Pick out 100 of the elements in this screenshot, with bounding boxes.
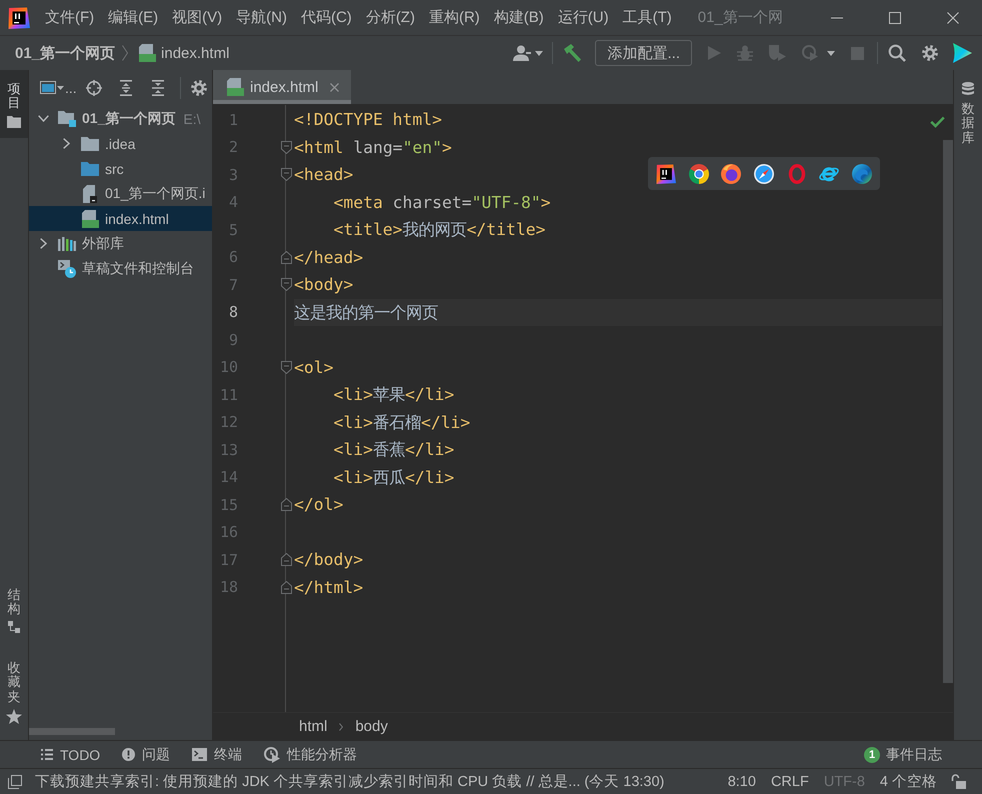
line-number: 11 [218, 386, 239, 404]
breadcrumb-item[interactable]: body [355, 718, 388, 735]
fold-marker-icon[interactable] [281, 250, 292, 264]
tool-window-button[interactable]: 问题 [122, 746, 170, 764]
library-icon [58, 236, 76, 250]
fold-marker-icon[interactable] [281, 278, 292, 292]
code-line: 这是我的第一个网页 [294, 302, 438, 324]
line-number: 5 [228, 220, 239, 239]
collapse-all-icon[interactable] [150, 80, 165, 96]
menu-item[interactable]: 工具(T) [616, 0, 679, 35]
lock-icon[interactable] [951, 774, 966, 789]
user-icon[interactable] [513, 45, 532, 61]
app-logo-icon [8, 6, 30, 28]
panel-icon[interactable] [8, 774, 22, 788]
html-file-icon [81, 210, 99, 228]
settings-icon[interactable] [190, 80, 207, 96]
swirl-circle-icon[interactable] [852, 164, 872, 184]
tree-item[interactable]: 01_第一个网页 E:\ [29, 106, 212, 131]
tree-item[interactable]: 01_第一个网页.i [29, 181, 212, 206]
minimize-icon[interactable] [831, 16, 843, 18]
tree-item[interactable]: src [29, 156, 212, 181]
tool-window-tab[interactable]: 项目 [0, 70, 28, 138]
hammer-icon[interactable] [563, 44, 582, 62]
code-line: <ol> [294, 356, 334, 378]
add-configuration-button[interactable]: 添加配置... [595, 40, 692, 66]
tool-window-tab[interactable]: 数据库 [954, 70, 982, 155]
tree-item[interactable]: 外部库 [29, 231, 212, 256]
folder-icon [81, 162, 99, 176]
menu-item[interactable]: 重构(R) [422, 0, 487, 35]
code-line: </html> [294, 576, 364, 598]
html-file-icon [226, 78, 244, 96]
status-message[interactable]: 下载预建共享索引: 使用预建的 JDK 个共享索引减少索引时间和 CPU 负载 // 总是... (今天 13:30) [35, 772, 664, 791]
triangle-logo-icon[interactable] [952, 43, 972, 63]
menu-item[interactable]: 视图(V) [165, 0, 230, 35]
tree-item[interactable]: 草稿文件和控制台 [29, 256, 212, 281]
chevron-right-icon[interactable] [62, 138, 70, 149]
tool-window-button[interactable]: TODO [41, 746, 100, 762]
fold-marker-icon[interactable] [281, 140, 292, 154]
maximize-icon[interactable] [889, 12, 901, 24]
ide-logo-icon[interactable] [656, 164, 676, 184]
status-item[interactable]: CRLF [770, 774, 809, 790]
code-line: </body> [294, 549, 364, 571]
code-line: <meta charset="UTF-8"> [332, 192, 551, 214]
menu-item[interactable]: 导航(N) [229, 0, 294, 35]
menu-item[interactable]: 运行(U) [550, 0, 616, 35]
line-number: 15 [218, 496, 239, 514]
segmented-circle-icon[interactable] [688, 164, 709, 184]
scrollbar-thumb[interactable] [943, 140, 953, 683]
line-number: 10 [218, 358, 239, 376]
line-number: 13 [218, 440, 239, 459]
line-number: 18 [218, 578, 239, 596]
tree-item[interactable]: index.html [29, 206, 212, 231]
caret-icon[interactable] [535, 50, 544, 56]
tool-window-tab[interactable]: 收藏夹 [0, 649, 28, 734]
compass-icon[interactable] [754, 164, 774, 184]
expand-all-icon[interactable] [118, 80, 133, 96]
code-line: <li>香蕉</li> [332, 439, 454, 461]
settings-icon[interactable] [922, 45, 938, 61]
tree-item[interactable]: .idea [29, 131, 212, 156]
breadcrumb-item[interactable]: html [299, 718, 328, 735]
menu-item[interactable]: 编辑(E) [101, 0, 166, 35]
fox-globe-icon[interactable] [721, 164, 742, 184]
line-number: 1 [228, 110, 239, 129]
tool-window-button[interactable]: 终端 [192, 746, 242, 764]
crosshair-icon[interactable] [86, 80, 102, 96]
breadcrumb-item[interactable]: index.html [161, 44, 230, 62]
fold-marker-icon[interactable] [281, 168, 292, 182]
star-icon [6, 709, 22, 724]
event-log-button[interactable]: 1 事件日志 [864, 746, 942, 764]
folder-icon [7, 116, 21, 128]
menu-item[interactable]: 代码(C) [294, 0, 359, 35]
close-icon[interactable] [947, 12, 959, 24]
database-icon [962, 82, 974, 96]
chevron-icon [339, 722, 344, 730]
chevron-icon [122, 45, 128, 61]
check-icon[interactable] [930, 116, 945, 128]
menu-item[interactable]: 文件(F) [38, 0, 102, 35]
folder-icon [81, 136, 99, 150]
fold-marker-icon[interactable] [281, 498, 292, 512]
chevron-down-icon[interactable] [38, 115, 48, 122]
tool-window-tab[interactable]: 结构 [0, 576, 28, 644]
line-number: 16 [218, 523, 239, 542]
scrollbar-thumb[interactable] [29, 728, 115, 735]
editor-tab[interactable]: index.html [213, 70, 352, 104]
tool-window-button[interactable]: 性能分析器 [264, 746, 358, 764]
status-item[interactable]: 8:10 [728, 774, 756, 790]
file-icon [83, 184, 97, 202]
caret-icon [57, 86, 64, 90]
caret-icon[interactable] [827, 50, 835, 56]
menu-item[interactable]: 分析(Z) [358, 0, 422, 35]
fold-marker-icon[interactable] [281, 553, 292, 566]
fold-marker-icon[interactable] [281, 580, 292, 594]
search-icon[interactable] [888, 44, 906, 62]
status-item[interactable]: 4 个空格 [880, 772, 937, 791]
breadcrumb-item[interactable]: 01_第一个网页 [15, 44, 116, 62]
chevron-right-icon[interactable] [40, 238, 46, 249]
menu-item[interactable]: 构建(B) [486, 0, 551, 35]
fold-marker-icon[interactable] [281, 360, 292, 374]
view-dropdown[interactable]: ... [40, 80, 77, 94]
warning-icon [122, 748, 136, 761]
